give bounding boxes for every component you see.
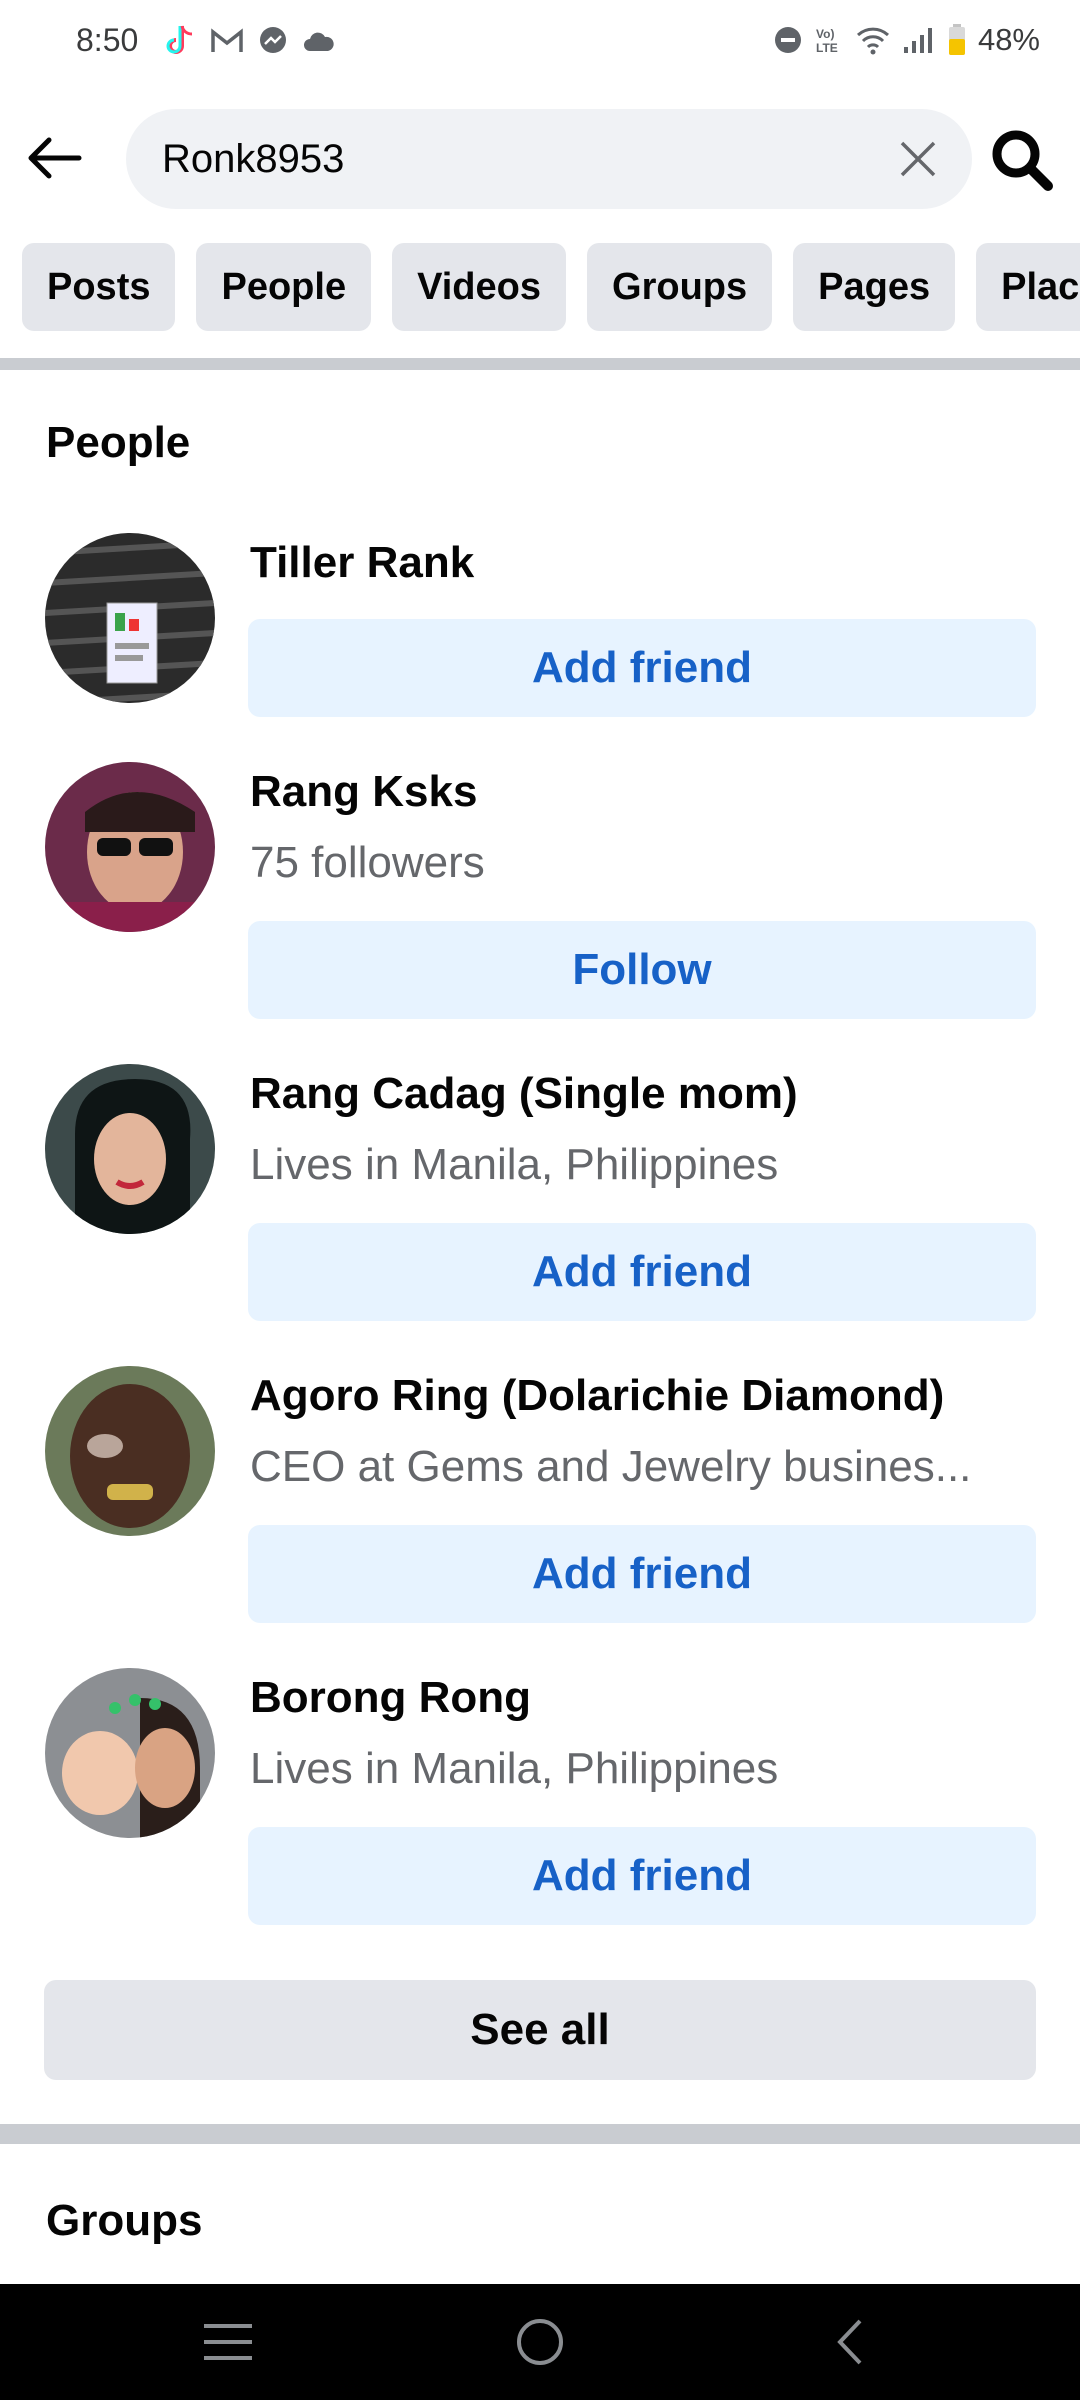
avatar[interactable] <box>45 1668 215 1838</box>
status-app-icons <box>166 24 336 58</box>
tiktok-icon <box>166 25 193 54</box>
close-icon <box>900 141 936 177</box>
svg-text:Vo): Vo) <box>816 27 834 41</box>
filter-videos[interactable]: Videos <box>392 243 567 331</box>
portrait-photo <box>45 1064 215 1234</box>
dnd-icon <box>774 27 801 53</box>
follow-button[interactable]: Follow <box>248 921 1036 1019</box>
system-nav-bar <box>0 2284 1080 2400</box>
search-button[interactable] <box>986 124 1058 196</box>
search-icon <box>992 130 1053 191</box>
section-divider <box>0 358 1080 370</box>
selfie-photo <box>45 762 215 932</box>
back-arrow-icon <box>28 137 82 179</box>
portrait-photo <box>45 1366 215 1536</box>
recent-apps-button[interactable] <box>193 2312 263 2372</box>
tire-photo <box>45 533 215 703</box>
battery-icon <box>948 24 965 55</box>
add-friend-button[interactable]: Add friend <box>248 619 1036 717</box>
gmail-icon <box>211 28 243 52</box>
svg-text:LTE: LTE <box>816 41 838 55</box>
person-name[interactable]: Agoro Ring (Dolarichie Diamond) <box>250 1371 944 1421</box>
filter-people[interactable]: People <box>196 243 372 331</box>
add-friend-button[interactable]: Add friend <box>248 1525 1036 1623</box>
back-nav-button[interactable] <box>814 2312 884 2372</box>
filter-places[interactable]: Places <box>976 243 1080 331</box>
person-name[interactable]: Tiller Rank <box>250 538 474 588</box>
person-subtitle: CEO at Gems and Jewelry busines... <box>250 1442 972 1491</box>
person-name[interactable]: Rang Cadag (Single mom) <box>250 1069 798 1119</box>
avatar[interactable] <box>45 762 215 932</box>
person-subtitle: 75 followers <box>250 838 485 887</box>
signal-icon <box>903 28 932 53</box>
search-filter-tabs: PostsPeopleVideosGroupsPagesPlaces <box>22 243 1080 331</box>
groups-section-title: Groups <box>46 2196 203 2245</box>
home-button[interactable] <box>505 2312 575 2372</box>
avatar[interactable] <box>45 533 215 703</box>
person-subtitle: Lives in Manila, Philippines <box>250 1744 779 1793</box>
search-input[interactable]: Ronk8953 <box>126 109 972 209</box>
filter-groups[interactable]: Groups <box>587 243 773 331</box>
battery-percent: 48% <box>977 22 1040 57</box>
back-icon <box>837 2319 862 2365</box>
volte-icon: Vo) LTE <box>816 27 838 55</box>
back-button[interactable] <box>18 126 90 190</box>
person-name[interactable]: Rang Ksks <box>250 767 477 817</box>
home-icon <box>517 2319 563 2365</box>
filter-posts[interactable]: Posts <box>22 243 176 331</box>
status-bar: 8:50 Vo) LTE 48% <box>0 0 1080 90</box>
status-system-icons: Vo) LTE 48% <box>774 22 1040 58</box>
wifi-icon <box>856 27 889 55</box>
people-section-title: People <box>46 418 191 467</box>
search-query[interactable]: Ronk8953 <box>162 137 344 182</box>
person-subtitle: Lives in Manila, Philippines <box>250 1140 779 1189</box>
person-name[interactable]: Borong Rong <box>250 1673 531 1723</box>
status-time: 8:50 <box>76 22 139 58</box>
avatar[interactable] <box>45 1366 215 1536</box>
menu-icon <box>204 2324 252 2360</box>
messenger-icon <box>260 27 286 53</box>
portrait-photo <box>45 1668 215 1838</box>
filter-pages[interactable]: Pages <box>793 243 956 331</box>
see-all-button[interactable]: See all <box>44 1980 1036 2080</box>
add-friend-button[interactable]: Add friend <box>248 1223 1036 1321</box>
section-divider <box>0 2124 1080 2144</box>
add-friend-button[interactable]: Add friend <box>248 1827 1036 1925</box>
cloud-icon <box>304 32 334 51</box>
clear-search-button[interactable] <box>890 131 946 187</box>
avatar[interactable] <box>45 1064 215 1234</box>
